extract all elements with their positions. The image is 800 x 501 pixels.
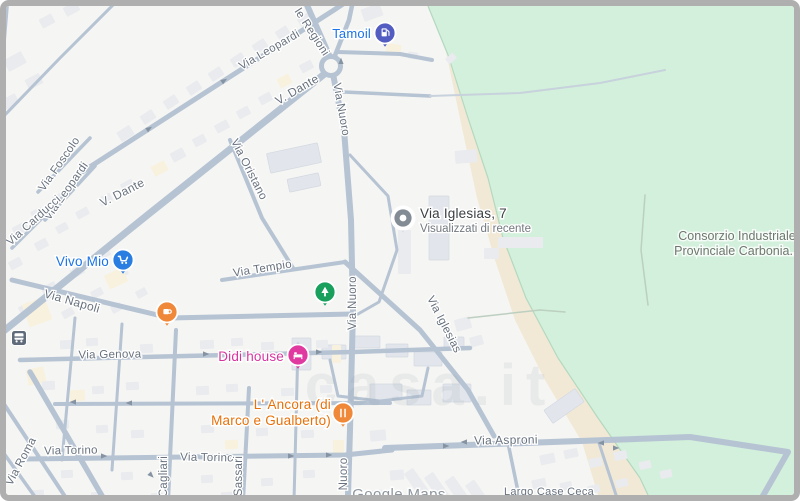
- building: [91, 385, 105, 395]
- building: [351, 335, 381, 349]
- street-label: Via Cagliari: [158, 456, 170, 495]
- building: [498, 237, 543, 248]
- poi-label-ancora[interactable]: Marco e Gualberto): [210, 412, 333, 430]
- street-label: Via Asproni: [474, 432, 538, 447]
- poi-label-ancora[interactable]: L' Ancora (di: [252, 396, 332, 414]
- building: [225, 383, 239, 393]
- poi-label-tamoil[interactable]: Tamoil: [331, 25, 373, 43]
- building: [484, 248, 499, 259]
- building: [95, 424, 109, 434]
- building: [130, 429, 145, 439]
- building: [60, 469, 74, 479]
- building: [389, 469, 405, 481]
- building: [224, 439, 239, 450]
- street-label: Nuoro: [338, 458, 350, 491]
- building: [230, 337, 244, 347]
- street-label: Via Genova: [78, 348, 141, 361]
- bus-stop-icon[interactable]: [11, 330, 27, 346]
- building: [69, 389, 86, 402]
- building: [398, 230, 411, 274]
- street-label: Via Torino: [44, 445, 98, 458]
- poi-sublabel-recent-place: Visualizzati di recente: [420, 223, 531, 235]
- area-label-consorzio: Provinciale Carbonia...: [674, 244, 794, 258]
- map-frame: le Regioni V. Dante Via Leopardi Via Nuoro V…: [0, 0, 800, 501]
- street-label: Largo Case Ceca: [504, 486, 595, 495]
- street-label: Via Torino: [180, 452, 234, 465]
- map-canvas[interactable]: le RegioniV. DanteVia LeopardiVia NuoroV…: [6, 6, 794, 495]
- poi-label-didi-house[interactable]: Didi house: [217, 348, 286, 366]
- building: [200, 474, 214, 484]
- building: [260, 477, 274, 487]
- building: [300, 429, 315, 439]
- poi-label-recent-place[interactable]: Via Iglesias, 7: [419, 205, 509, 223]
- building: [302, 469, 316, 479]
- building: [255, 427, 269, 437]
- area-label-consorzio: Consorzio Industriale: [678, 229, 794, 243]
- street-label: Via Nuoro: [347, 276, 359, 330]
- building: [454, 149, 478, 164]
- building: [199, 339, 215, 350]
- building: [41, 380, 56, 391]
- street-label: Sassari: [233, 456, 245, 495]
- building: [315, 339, 329, 349]
- building: [333, 440, 344, 453]
- building: [85, 337, 99, 347]
- poi-label-vivo-mio[interactable]: Vivo Mio: [54, 253, 110, 271]
- building: [280, 387, 295, 397]
- building: [139, 343, 154, 354]
- building: [120, 471, 134, 481]
- building: [195, 385, 210, 396]
- roundabout: [319, 54, 343, 78]
- google-maps-attribution[interactable]: Google Maps: [351, 485, 447, 496]
- building: [369, 429, 387, 442]
- building: [125, 381, 140, 391]
